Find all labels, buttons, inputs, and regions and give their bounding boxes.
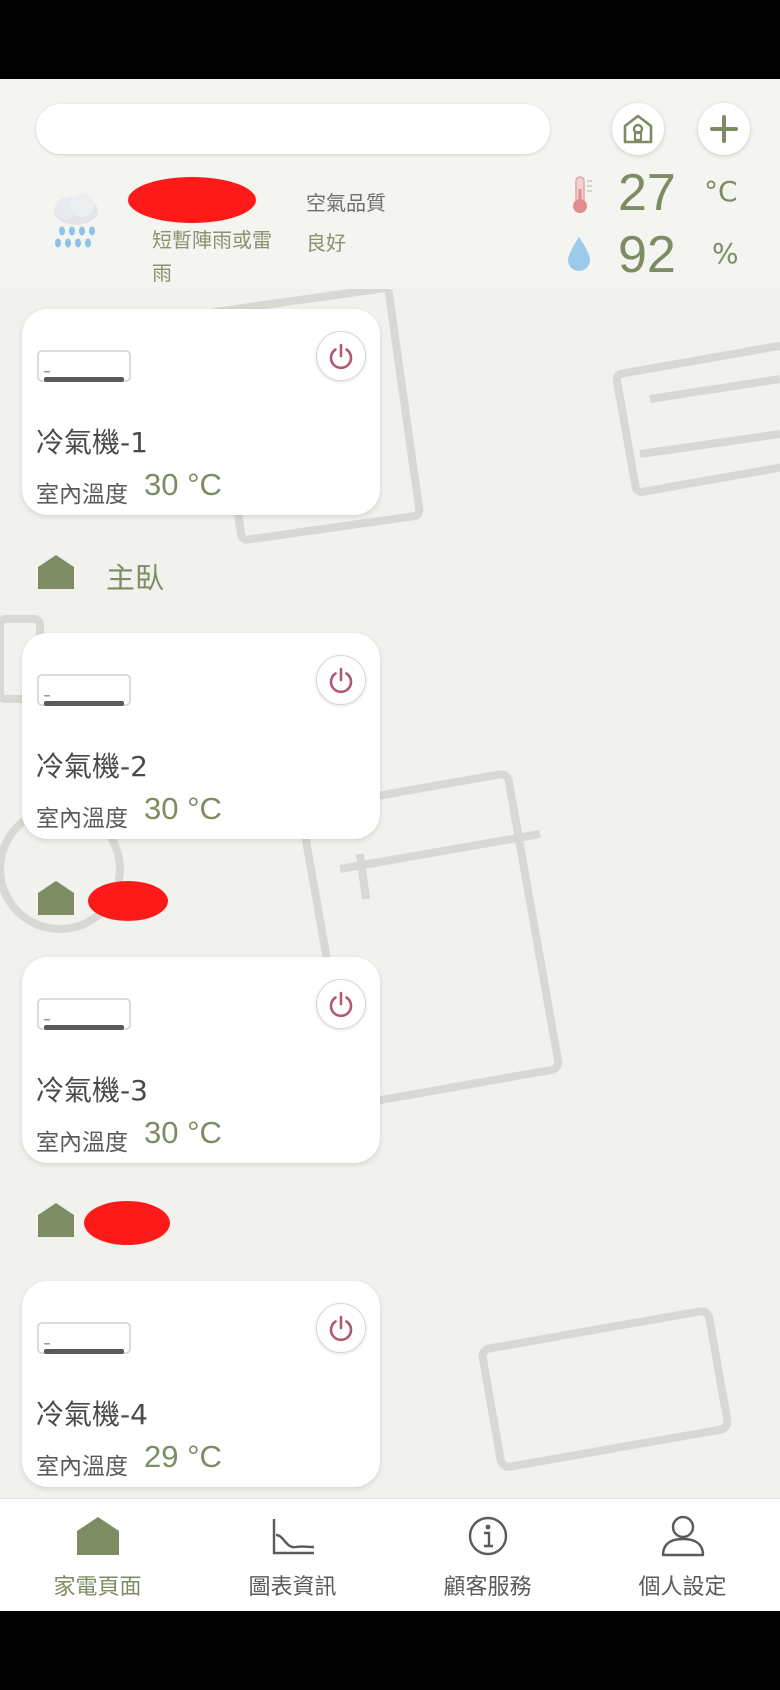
device-name: 冷氣機-1	[36, 426, 148, 459]
indoor-temp-label: 室內溫度	[36, 1130, 128, 1156]
chart-icon	[272, 1519, 314, 1555]
power-button[interactable]	[316, 655, 366, 705]
nav-item-charts[interactable]: 圖表資訊	[195, 1499, 390, 1611]
indoor-temp-value: 30 °C	[144, 467, 222, 502]
device-card-ac-3[interactable]: 冷氣機-3 室內溫度 30 °C	[22, 957, 380, 1163]
outdoor-humidity-value: 92	[618, 226, 676, 284]
indoor-temp-label: 室內溫度	[36, 806, 128, 832]
air-conditioner-icon	[37, 674, 131, 706]
power-icon	[329, 667, 353, 694]
outdoor-humidity-unit: %	[712, 237, 739, 270]
humidity-drop-icon	[568, 237, 590, 271]
redacted-room-name	[88, 881, 168, 921]
air-conditioner-icon	[37, 998, 131, 1030]
nav-label: 個人設定	[638, 1575, 727, 1600]
thermometer-icon	[573, 176, 592, 213]
air-quality-value: 良好	[306, 231, 346, 255]
header: 短暫陣雨或雷雨 空氣品質 良好 27 °C 92 %	[0, 79, 780, 289]
nav-label: 顧客服務	[443, 1575, 532, 1600]
power-button[interactable]	[316, 331, 366, 381]
home-lock-icon	[623, 114, 653, 144]
device-card-ac-4[interactable]: 冷氣機-4 室內溫度 29 °C	[22, 1281, 380, 1487]
device-name: 冷氣機-2	[36, 750, 148, 783]
home-select-button[interactable]	[612, 103, 664, 155]
nav-label: 圖表資訊	[248, 1575, 337, 1600]
device-card-ac-1[interactable]: 冷氣機-1 室內溫度 30 °C	[22, 309, 380, 515]
indoor-temp-label: 室內溫度	[36, 482, 128, 508]
indoor-temp-label: 室內溫度	[36, 1454, 128, 1480]
redacted-location	[128, 177, 256, 223]
outdoor-temperature-unit: °C	[704, 175, 738, 208]
device-card-ac-2[interactable]: 冷氣機-2 室內溫度 30 °C	[22, 633, 380, 839]
indoor-temp-value: 30 °C	[144, 1115, 222, 1150]
house-icon	[38, 555, 74, 589]
indoor-temp-value: 30 °C	[144, 791, 222, 826]
outdoor-temperature-value: 27	[618, 164, 676, 222]
room-header-redacted-1[interactable]	[36, 879, 236, 921]
nav-item-customer-service[interactable]: 顧客服務	[390, 1499, 585, 1611]
air-conditioner-icon	[37, 350, 131, 382]
power-button[interactable]	[316, 1303, 366, 1353]
air-quality-label: 空氣品質	[306, 191, 386, 215]
room-header-redacted-2[interactable]	[36, 1201, 236, 1245]
power-button[interactable]	[316, 979, 366, 1029]
nav-label: 家電頁面	[53, 1575, 142, 1600]
bottom-navigation: 家電頁面 圖表資訊 顧客服務 個人設定	[0, 1498, 780, 1611]
rain-cloud-icon	[54, 193, 98, 248]
room-name: 主臥	[106, 561, 165, 595]
weather-description: 短暫陣雨或雷雨	[152, 228, 272, 285]
house-icon	[76, 1517, 119, 1555]
plus-icon	[710, 115, 738, 143]
nav-item-appliances[interactable]: 家電頁面	[0, 1499, 195, 1611]
air-conditioner-icon	[37, 1322, 131, 1354]
power-icon	[329, 991, 353, 1018]
person-icon	[661, 1515, 704, 1557]
nav-item-settings[interactable]: 個人設定	[585, 1499, 780, 1611]
search-input[interactable]	[36, 104, 550, 154]
add-device-button[interactable]	[698, 103, 750, 155]
house-icon	[38, 881, 74, 915]
power-icon	[329, 343, 353, 370]
status-bar	[0, 0, 780, 79]
info-icon	[468, 1516, 507, 1556]
system-navigation-bar	[0, 1611, 780, 1690]
device-name: 冷氣機-4	[36, 1398, 148, 1431]
device-name: 冷氣機-3	[36, 1074, 148, 1107]
indoor-temp-value: 29 °C	[144, 1439, 222, 1474]
app-screen: 短暫陣雨或雷雨 空氣品質 良好 27 °C 92 % 冷氣機-1 室內溫度 30…	[0, 79, 780, 1611]
house-icon	[38, 1203, 74, 1237]
power-icon	[329, 1315, 353, 1342]
redacted-room-name	[84, 1201, 170, 1245]
room-header-master-bedroom[interactable]: 主臥	[36, 553, 336, 595]
